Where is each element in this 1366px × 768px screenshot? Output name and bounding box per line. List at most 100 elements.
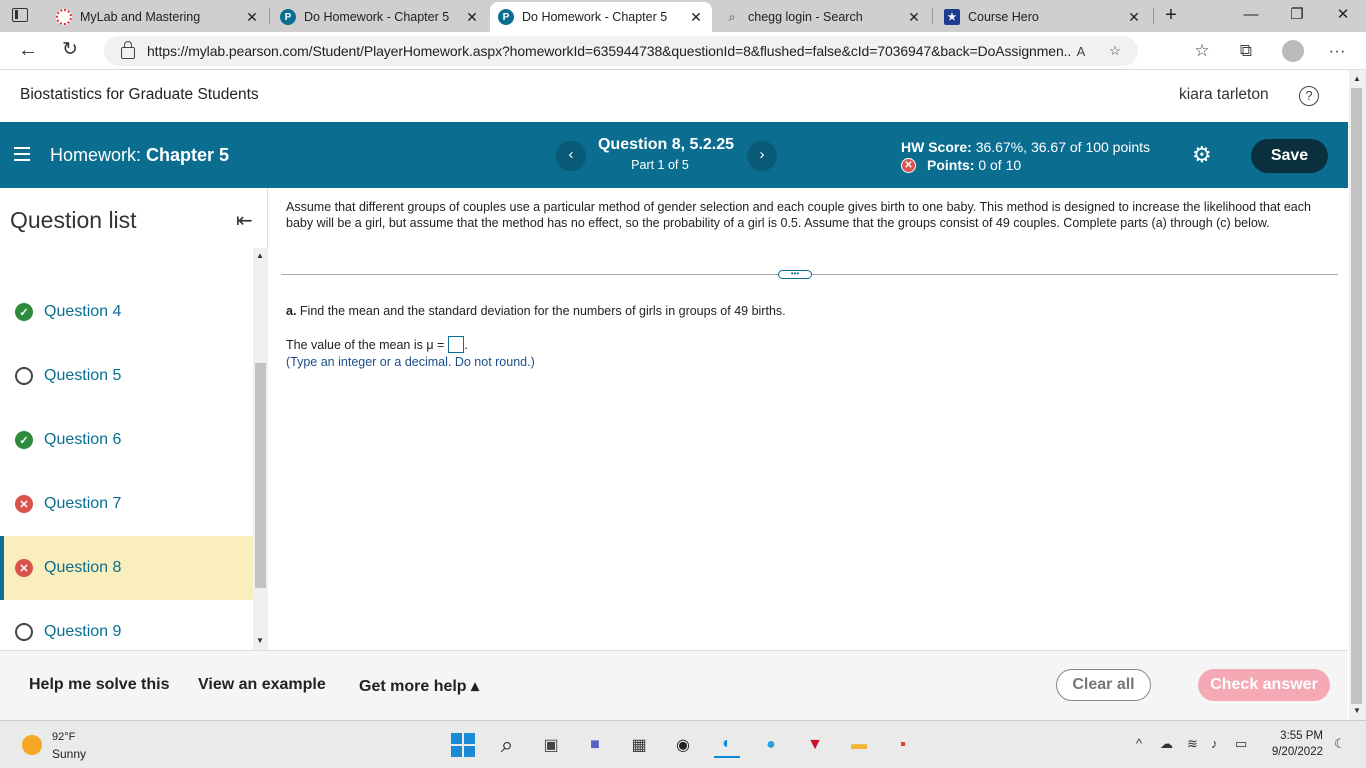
points-label: Points: xyxy=(927,157,975,173)
incorrect-icon: ✕ xyxy=(15,559,33,577)
browser-tab-strip: MyLab and Mastering ✕ P Do Homework - Ch… xyxy=(0,0,1366,32)
view-example-button[interactable]: View an example xyxy=(198,676,326,694)
question-item-5[interactable]: Question 5 xyxy=(0,344,253,408)
next-question-button[interactable]: › xyxy=(747,141,777,171)
chevron-up-icon[interactable]: ^ xyxy=(1136,736,1142,751)
menu-icon[interactable] xyxy=(14,147,30,161)
homework-title: Homework: Chapter 5 xyxy=(50,145,229,166)
edge-icon[interactable]: ◐ xyxy=(714,732,740,758)
help-me-solve-button[interactable]: Help me solve this xyxy=(29,676,170,694)
hw-score: HW Score: 36.67%, 36.67 of 100 points xyxy=(901,139,1150,155)
teams-chat-icon[interactable]: ■ xyxy=(582,732,608,758)
back-arrow-icon[interactable]: ← xyxy=(18,40,38,60)
new-tab-icon[interactable]: + xyxy=(1148,4,1194,26)
read-aloud-icon[interactable]: A xyxy=(1070,44,1092,59)
action-bar: Help me solve this View an example Get m… xyxy=(0,650,1348,720)
refresh-icon[interactable]: ↻ xyxy=(62,40,78,60)
browser-tab-homework-2[interactable]: P Do Homework - Chapter 5 ✕ xyxy=(490,2,712,32)
question-text: Assume that different groups of couples … xyxy=(286,200,1311,230)
question-item-4[interactable]: ✓ Question 4 xyxy=(0,280,253,344)
coursehero-icon: ★ xyxy=(944,9,960,25)
restore-icon[interactable]: ❐ xyxy=(1274,4,1320,26)
powerpoint-icon[interactable]: ▪ xyxy=(890,732,916,758)
user-name[interactable]: kiara tarleton xyxy=(1179,86,1269,104)
unanswered-icon xyxy=(15,367,33,385)
close-icon[interactable]: ✕ xyxy=(464,9,480,26)
scroll-up-icon[interactable]: ▲ xyxy=(256,251,264,260)
scrollbar-thumb[interactable] xyxy=(255,363,266,588)
more-menu-icon[interactable]: ··· xyxy=(1325,41,1349,61)
sun-icon[interactable] xyxy=(22,735,42,755)
browser-tab-search[interactable]: ⌕ chegg login - Search ✕ xyxy=(716,2,930,32)
points-value: 0 of 10 xyxy=(978,157,1022,173)
help-icon[interactable]: ? xyxy=(1299,86,1319,106)
question-item-7[interactable]: ✕ Question 7 xyxy=(0,472,253,536)
mean-answer-input[interactable] xyxy=(448,336,465,353)
lock-icon xyxy=(121,41,135,59)
homework-label-prefix: Homework: xyxy=(50,145,142,165)
hw-score-label: HW Score: xyxy=(901,139,972,155)
search-icon[interactable]: ⌕ xyxy=(494,732,520,758)
scroll-down-icon[interactable]: ▼ xyxy=(256,636,264,645)
tab-separator xyxy=(932,8,933,24)
url-field[interactable]: https://mylab.pearson.com/Student/Player… xyxy=(104,36,1138,66)
notifications-icon[interactable]: ☾ xyxy=(1334,736,1346,752)
close-window-icon[interactable]: ✕ xyxy=(1320,4,1366,26)
question-list-scrollbar[interactable]: ▲ ▼ xyxy=(253,248,268,650)
question-list-panel: Question list ⇤ ✓ Question 4 Question 5 … xyxy=(0,188,268,650)
task-view-icon[interactable]: ▣ xyxy=(538,732,564,758)
question-item-9[interactable]: Question 9 xyxy=(0,600,253,650)
question-item-6[interactable]: ✓ Question 6 xyxy=(0,408,253,472)
correct-icon: ✓ xyxy=(15,303,33,321)
weather-temp[interactable]: 92°F xyxy=(52,731,75,743)
incorrect-icon: ✕ xyxy=(901,157,916,173)
clear-all-button[interactable]: Clear all xyxy=(1056,669,1151,701)
help-app-icon[interactable]: ● xyxy=(758,732,784,758)
close-icon[interactable]: ✕ xyxy=(688,9,704,26)
collapse-panel-icon[interactable]: ⇤ xyxy=(236,208,253,233)
scroll-down-icon[interactable]: ▼ xyxy=(1353,706,1361,715)
check-answer-button[interactable]: Check answer xyxy=(1198,669,1330,701)
close-icon[interactable]: ✕ xyxy=(1126,9,1142,26)
browser-tab-homework-1[interactable]: P Do Homework - Chapter 5 ✕ xyxy=(272,2,488,32)
app-icon[interactable]: ◉ xyxy=(670,732,696,758)
tab-separator xyxy=(269,8,270,24)
clock-date[interactable]: 9/20/2022 xyxy=(1265,746,1323,758)
hw-score-value: 36.67%, 36.67 of 100 points xyxy=(975,139,1151,155)
mcafee-icon[interactable]: ▼ xyxy=(802,732,828,758)
save-button[interactable]: Save xyxy=(1251,139,1328,173)
weather-condition[interactable]: Sunny xyxy=(52,747,86,761)
question-item-label: Question 5 xyxy=(44,367,122,384)
wifi-icon[interactable]: ≋ xyxy=(1187,736,1198,752)
profile-avatar[interactable] xyxy=(1282,40,1304,62)
cloud-icon[interactable]: ☁ xyxy=(1160,736,1173,752)
volume-icon[interactable]: ♪ xyxy=(1211,736,1218,751)
get-more-help-button[interactable]: Get more help ▴ xyxy=(359,676,479,696)
store-icon[interactable]: ▦ xyxy=(626,732,652,758)
favorites-icon[interactable]: ☆ xyxy=(1190,41,1214,61)
collections-icon[interactable]: ⧉ xyxy=(1234,41,1258,61)
incorrect-icon: ✕ xyxy=(15,495,33,513)
close-icon[interactable]: ✕ xyxy=(244,9,260,26)
add-favorite-icon[interactable]: ☆ xyxy=(1104,43,1126,59)
homework-bar: Homework: Chapter 5 ‹ Question 8, 5.2.25… xyxy=(0,122,1348,188)
browser-tab-mylab[interactable]: MyLab and Mastering ✕ xyxy=(48,2,268,32)
page-scrollbar[interactable]: ▲ ▼ xyxy=(1349,70,1366,720)
gear-icon[interactable]: ⚙ xyxy=(1192,144,1212,166)
question-item-8[interactable]: ✕ Question 8 xyxy=(0,536,253,600)
address-bar-row: ← ↻ https://mylab.pearson.com/Student/Pl… xyxy=(0,32,1366,70)
browser-tab-coursehero[interactable]: ★ Course Hero ✕ xyxy=(936,2,1150,32)
question-list-heading: Question list xyxy=(10,207,137,233)
tab-actions-icon[interactable] xyxy=(12,8,28,22)
question-list: ✓ Question 4 Question 5 ✓ Question 6 ✕ Q… xyxy=(0,248,253,650)
scrollbar-thumb[interactable] xyxy=(1351,88,1362,704)
close-icon[interactable]: ✕ xyxy=(906,9,922,26)
tab-title: Course Hero xyxy=(968,10,1039,24)
battery-icon[interactable]: ▭ xyxy=(1235,736,1247,752)
clock-time[interactable]: 3:55 PM xyxy=(1271,730,1323,742)
start-icon[interactable] xyxy=(450,732,476,758)
scroll-up-icon[interactable]: ▲ xyxy=(1353,74,1361,83)
minimize-icon[interactable]: — xyxy=(1228,4,1274,26)
file-explorer-icon[interactable]: ▬ xyxy=(846,732,872,758)
expand-handle[interactable]: ••• xyxy=(778,270,812,279)
